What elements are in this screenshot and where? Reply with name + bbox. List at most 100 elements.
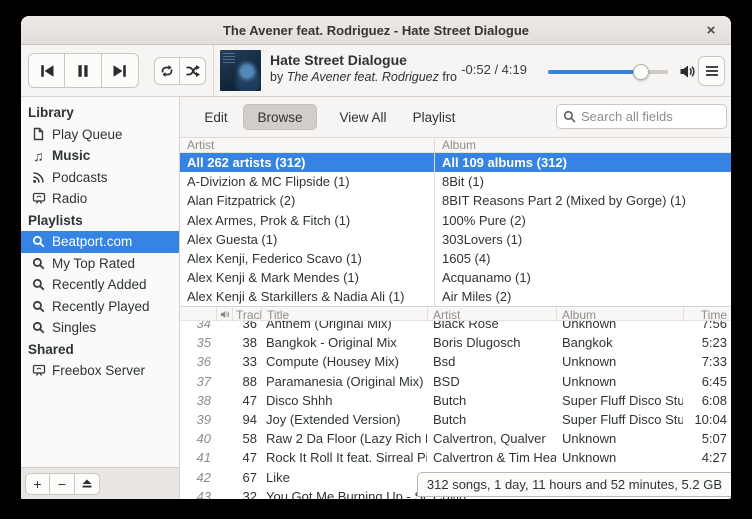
row-number-column-header: [180, 307, 216, 322]
content-area: Library Play Queue ♫ Music Podcasts: [21, 97, 731, 499]
sidebar-item-beatport[interactable]: Beatport.com: [21, 231, 179, 253]
next-button[interactable]: [102, 53, 139, 88]
album-column-header[interactable]: Album: [556, 307, 683, 322]
artist-browser-row[interactable]: Alex Kenji, Federico Scavo (1): [180, 249, 434, 268]
track-row[interactable]: 39 94 Joy (Extended Version) Butch Super…: [180, 410, 731, 429]
track-row-number: 38: [180, 393, 216, 408]
track-column-header[interactable]: Track: [232, 307, 261, 322]
track-row[interactable]: 37 88 Paramanesia (Original Mix) BSD Unk…: [180, 372, 731, 391]
artist-browser-row[interactable]: Alex Kenji & Mark Mendes (1): [180, 268, 434, 287]
seek-slider[interactable]: [548, 64, 668, 80]
tab-edit[interactable]: Edit: [194, 104, 238, 130]
track-title: Like: [261, 470, 427, 485]
tab-playlist[interactable]: Playlist: [402, 104, 466, 130]
album-browser-row[interactable]: All 109 albums (312): [435, 153, 731, 172]
sidebar-item-freebox-server[interactable]: Freebox Server: [21, 360, 179, 382]
track-artist: Butch: [427, 412, 556, 427]
track-row[interactable]: 38 47 Disco Shhh Butch Super Fluff Disco…: [180, 391, 731, 410]
artist-browser-row[interactable]: Alex Guesta (1): [180, 230, 434, 249]
sidebar: Library Play Queue ♫ Music Podcasts: [21, 97, 180, 499]
sidebar-item-radio[interactable]: Radio: [21, 188, 179, 210]
sidebar-item-my-top-rated[interactable]: My Top Rated: [21, 253, 179, 275]
track-time: 7:33: [683, 354, 731, 369]
artist-browser-row[interactable]: All 262 artists (312): [180, 153, 434, 172]
album-art-text: [223, 53, 235, 63]
search-input[interactable]: [581, 109, 720, 124]
sidebar-item-label: Recently Played: [52, 299, 150, 314]
tab-view-all[interactable]: View All: [328, 104, 398, 130]
album-browser-row[interactable]: 1605 (4): [435, 249, 731, 268]
album-browser-row[interactable]: 8BIT Reasons Part 2 (Mixed by Gorge) (1): [435, 191, 731, 210]
album-browser-row[interactable]: Acquanamo (1): [435, 268, 731, 287]
hamburger-icon: [705, 65, 719, 77]
tab-browse[interactable]: Browse: [243, 104, 317, 130]
sidebar-item-label: Singles: [52, 320, 96, 335]
now-playing-byline: by The Avener feat. Rodriguez fro…: [270, 70, 458, 84]
track-time: 5:07: [683, 431, 731, 446]
track-album: Unknown: [556, 321, 683, 331]
album-browser-row[interactable]: Air Miles (2): [435, 287, 731, 306]
track-time: 4:27: [683, 450, 731, 465]
track-number: 47: [232, 450, 261, 465]
sidebar-item-singles[interactable]: Singles: [21, 317, 179, 339]
artist-browser-row[interactable]: Alan Fitzpatrick (2): [180, 191, 434, 210]
artist-browser-row[interactable]: Alex Armes, Prok & Fitch (1): [180, 211, 434, 230]
previous-button[interactable]: [28, 53, 65, 88]
repeat-button[interactable]: [154, 57, 180, 85]
volume-icon[interactable]: [679, 64, 696, 79]
album-browser-row[interactable]: 8Bit (1): [435, 172, 731, 191]
track-row[interactable]: 34 36 Anthem (Original Mix) Black Rose U…: [180, 321, 731, 333]
track-row-number: 41: [180, 450, 216, 465]
seek-handle[interactable]: [633, 64, 649, 80]
track-row[interactable]: 41 47 Rock It Roll It feat. Sirreal Pip……: [180, 448, 731, 467]
track-row-number: 37: [180, 374, 216, 389]
track-title: You Got Me Burning Up - Sun: [261, 489, 427, 499]
playing-column-header[interactable]: [216, 307, 232, 322]
sidebar-item-recently-played[interactable]: Recently Played: [21, 296, 179, 318]
track-number: 38: [232, 335, 261, 350]
sidebar-item-music[interactable]: ♫ Music: [21, 145, 179, 167]
sidebar-list: Library Play Queue ♫ Music Podcasts: [21, 97, 179, 467]
track-row-number: 42: [180, 470, 216, 485]
pause-button[interactable]: [65, 53, 102, 88]
track-table-header: Track Title Artist Album Time: [180, 306, 731, 321]
track-album: Super Fluff Disco Stuff: [556, 393, 683, 408]
remove-playlist-button[interactable]: −: [50, 473, 75, 495]
artist-column-header[interactable]: Artist: [427, 307, 556, 322]
previous-icon: [38, 63, 56, 79]
artist-browser-label: All 262 artists (312): [187, 155, 306, 170]
artist-browser-row[interactable]: Alex Kenji & Starkillers & Nadia Ali (1): [180, 287, 434, 306]
menu-button[interactable]: [698, 56, 725, 86]
library-summary: 312 songs, 1 day, 11 hours and 52 minute…: [427, 477, 722, 492]
time-column-header[interactable]: Time: [683, 307, 731, 322]
track-album: Bangkok: [556, 335, 683, 350]
track-artist: Calvertron & Tim Healey: [427, 450, 556, 465]
album-browser-row[interactable]: 100% Pure (2): [435, 211, 731, 230]
title-column-header[interactable]: Title: [261, 307, 427, 322]
add-playlist-button[interactable]: +: [25, 473, 50, 495]
search-field[interactable]: [556, 104, 727, 129]
sidebar-item-play-queue[interactable]: Play Queue: [21, 124, 179, 146]
eject-button[interactable]: [75, 473, 100, 495]
close-button[interactable]: ×: [699, 19, 723, 41]
plus-icon: +: [33, 476, 41, 492]
artist-browser-row[interactable]: A-Divizion & MC Flipside (1): [180, 172, 434, 191]
album-browser-label: All 109 albums (312): [442, 155, 567, 170]
album-browser-label: 8BIT Reasons Part 2 (Mixed by Gorge) (1): [442, 193, 686, 208]
podcasts-icon: [31, 170, 46, 185]
playback-controls: [28, 53, 139, 88]
sidebar-item-label: Radio: [52, 191, 87, 206]
track-time: 6:45: [683, 374, 731, 389]
shuffle-button[interactable]: [180, 57, 206, 85]
sidebar-item-recently-added[interactable]: Recently Added: [21, 274, 179, 296]
track-row[interactable]: 40 58 Raw 2 Da Floor (Lazy Rich Re… Calv…: [180, 429, 731, 448]
track-title: Bangkok - Original Mix: [261, 335, 427, 350]
album-browser-row[interactable]: 303Lovers (1): [435, 230, 731, 249]
tab-strip: Edit Browse View All Playlist: [180, 97, 731, 137]
track-row-number: 36: [180, 354, 216, 369]
track-row[interactable]: 36 33 Compute (Housey Mix) Bsd Unknown 7…: [180, 352, 731, 371]
sidebar-item-podcasts[interactable]: Podcasts: [21, 167, 179, 189]
titlebar[interactable]: The Avener feat. Rodriguez - Hate Street…: [21, 16, 731, 45]
track-row[interactable]: 35 38 Bangkok - Original Mix Boris Dlugo…: [180, 333, 731, 352]
track-number: 36: [232, 321, 261, 331]
